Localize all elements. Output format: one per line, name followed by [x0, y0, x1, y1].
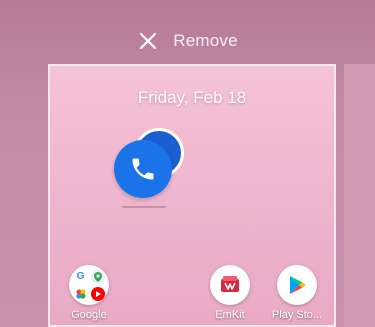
dragged-phone-app[interactable] [114, 128, 188, 214]
app-label: Google [71, 309, 107, 321]
remove-label: Remove [173, 31, 238, 50]
play-store-app[interactable]: Play Sto... [267, 265, 327, 321]
app-label: Play Sto... [271, 309, 323, 321]
phone-handset-glyph [132, 158, 154, 180]
drag-shadow [122, 206, 166, 208]
remove-drop-target[interactable]: Remove [137, 30, 238, 52]
play-store-icon [277, 265, 317, 305]
top-bar: Remove [0, 24, 375, 58]
close-icon [140, 32, 157, 50]
app-label: EmKit [215, 309, 245, 321]
google-folder-icon: G [69, 265, 109, 305]
adjacent-screen-preview[interactable] [344, 64, 375, 327]
google-folder[interactable]: G Google [59, 265, 119, 321]
home-screen-preview: Friday, Feb 18 G Google EmKit Play Sto..… [48, 64, 336, 327]
emkit-icon [210, 265, 250, 305]
phone-icon[interactable] [114, 140, 172, 198]
date-widget[interactable]: Friday, Feb 18 [50, 88, 334, 108]
emkit-app[interactable]: EmKit [200, 265, 260, 321]
